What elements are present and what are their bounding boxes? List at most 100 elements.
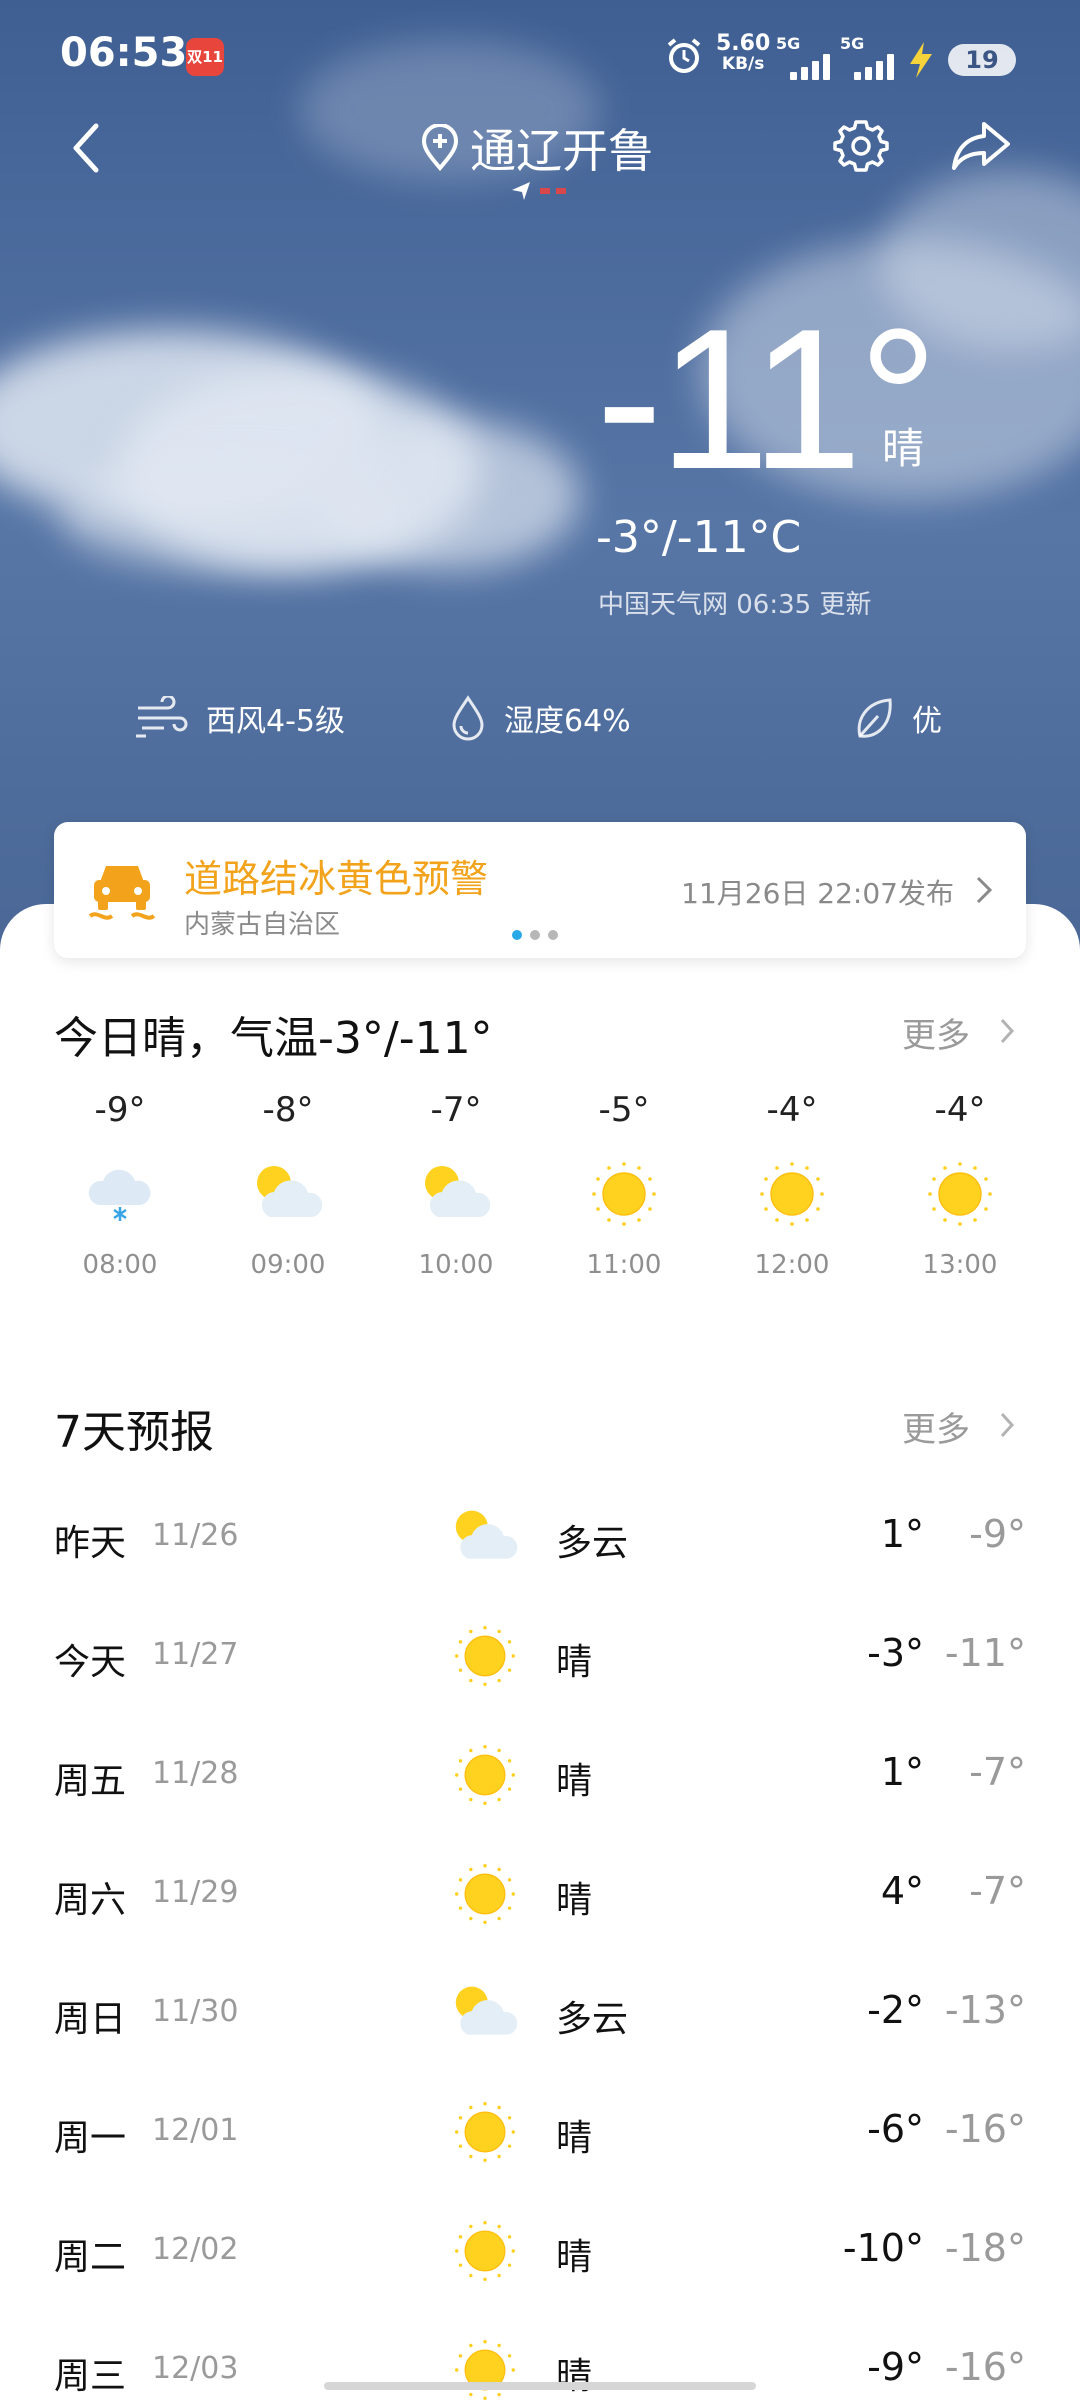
- network-speed: 5.60 KB/s: [716, 31, 771, 75]
- day-condition: 晴: [556, 2118, 593, 2159]
- day-low: -18°: [944, 2226, 1026, 2270]
- air-quality-value: 优: [912, 704, 942, 739]
- day-date: 12/01: [152, 2113, 239, 2148]
- day-date: 11/26: [152, 1518, 239, 1553]
- status-time: 06:53: [60, 30, 188, 76]
- forecast-row[interactable]: 周六 11/29 晴 4° -7°: [0, 1835, 1080, 1953]
- location-pin-icon: [421, 124, 459, 172]
- hour-item: -5° 11:00: [564, 1090, 684, 1280]
- battery-icon: 19: [948, 44, 1016, 76]
- hour-temp: -5°: [598, 1090, 650, 1130]
- location-indicator-icon: [512, 182, 566, 200]
- day-date: 11/28: [152, 1756, 239, 1791]
- hour-time: 11:00: [586, 1250, 662, 1280]
- partly-cloudy-icon: [440, 1478, 530, 1596]
- chevron-right-icon[interactable]: [996, 1406, 1018, 1444]
- day-condition: 多云: [556, 1999, 629, 2040]
- day-name: 周二: [54, 2237, 127, 2278]
- forecast-row[interactable]: 周五 11/28 晴 1° -7°: [0, 1716, 1080, 1834]
- day-condition: 晴: [556, 2237, 593, 2278]
- today-more-link[interactable]: 更多: [902, 1008, 970, 1057]
- hour-item: -7° 10:00: [396, 1090, 516, 1280]
- day-date: 11/30: [152, 1994, 239, 2029]
- hour-temp: -7°: [430, 1090, 482, 1130]
- day-low: -7°: [969, 1750, 1026, 1794]
- hour-item: -9° 08:00: [60, 1090, 180, 1280]
- forecast-row[interactable]: 周二 12/02 晴 -10° -18°: [0, 2192, 1080, 2310]
- day-name: 周六: [54, 1880, 127, 1921]
- back-icon[interactable]: [64, 118, 112, 178]
- humidity-value: 湿度64%: [504, 704, 631, 739]
- sun-icon: [900, 1144, 1020, 1244]
- sun-icon: [440, 1597, 530, 1715]
- current-condition: 晴: [882, 424, 925, 473]
- alarm-icon: [667, 38, 701, 73]
- wind-metric[interactable]: 西风4-5级: [134, 690, 345, 746]
- day-high: 4°: [880, 1869, 924, 1913]
- day-high: -3°: [867, 1631, 924, 1675]
- update-source: 中国天气网 06:35 更新: [598, 590, 872, 620]
- forecast-row[interactable]: 周一 12/01 晴 -6° -16°: [0, 2073, 1080, 2191]
- hour-time: 09:00: [250, 1250, 326, 1280]
- day-high: -2°: [867, 1988, 924, 2032]
- city-selector[interactable]: 通辽开鲁: [420, 118, 654, 178]
- alert-region: 内蒙古自治区: [184, 910, 341, 940]
- humidity-drop-icon: [452, 695, 484, 741]
- day-name: 周三: [54, 2356, 127, 2397]
- day-name: 周五: [54, 1761, 127, 1802]
- home-indicator[interactable]: [324, 2382, 756, 2390]
- day-low: -16°: [944, 2345, 1026, 2389]
- share-icon[interactable]: [950, 118, 1012, 174]
- day-high: 1°: [880, 1512, 924, 1556]
- day-condition: 晴: [556, 2356, 593, 2397]
- today-summary-title: 今日晴，气温-3°/-11°: [54, 1013, 493, 1064]
- sun-icon: [440, 2192, 530, 2310]
- hour-item: -4° 13:00: [900, 1090, 1020, 1280]
- day-low: -13°: [944, 1988, 1026, 2032]
- partly-cloudy-icon: [396, 1144, 516, 1244]
- snow-icon: [60, 1144, 180, 1244]
- forecast-title: 7天预报: [54, 1407, 214, 1458]
- chevron-right-icon[interactable]: [996, 1012, 1018, 1050]
- hour-item: -4° 12:00: [732, 1090, 852, 1280]
- chevron-right-icon: [976, 876, 993, 904]
- day-date: 12/02: [152, 2232, 239, 2267]
- sun-icon: [440, 2073, 530, 2191]
- hour-time: 08:00: [82, 1250, 158, 1280]
- day-date: 11/27: [152, 1637, 239, 1672]
- day-low: -11°: [944, 1631, 1026, 1675]
- status-bar: 06:53 双11 5.60 KB/s 5G 5G 19: [0, 0, 1080, 110]
- sun-icon: [732, 1144, 852, 1244]
- forecast-row[interactable]: 周日 11/30 多云 -2° -13°: [0, 1954, 1080, 2072]
- day-name: 周日: [54, 1999, 127, 2040]
- road-icing-warning-icon: [88, 866, 156, 920]
- day-low: -16°: [944, 2107, 1026, 2151]
- app-notification-icon: 双11: [186, 38, 224, 76]
- wind-icon: [136, 696, 188, 738]
- sun-icon: [440, 1716, 530, 1834]
- forecast-more-link[interactable]: 更多: [902, 1402, 970, 1451]
- day-condition: 晴: [556, 1880, 593, 1921]
- day-high: -9°: [867, 2345, 924, 2389]
- air-quality-metric[interactable]: 优: [852, 690, 942, 746]
- day-high: -6°: [867, 2107, 924, 2151]
- signal-1-icon: 5G: [776, 34, 836, 80]
- signal-2-icon: 5G: [840, 34, 900, 80]
- temperature-range: -3°/-11°C: [596, 512, 802, 563]
- sun-icon: [564, 1144, 684, 1244]
- alert-title: 道路结冰黄色预警: [184, 857, 489, 901]
- day-condition: 晴: [556, 1761, 593, 1802]
- hour-time: 10:00: [418, 1250, 494, 1280]
- day-low: -9°: [969, 1512, 1026, 1556]
- day-high: 1°: [880, 1750, 924, 1794]
- hour-time: 13:00: [922, 1250, 998, 1280]
- alert-page-indicator: [512, 930, 558, 940]
- settings-gear-icon[interactable]: [832, 116, 890, 174]
- forecast-row[interactable]: 今天 11/27 晴 -3° -11°: [0, 1597, 1080, 1715]
- charging-icon: [910, 42, 932, 78]
- forecast-row[interactable]: 昨天 11/26 多云 1° -9°: [0, 1478, 1080, 1596]
- humidity-metric[interactable]: 湿度64%: [448, 690, 631, 746]
- day-condition: 多云: [556, 1523, 629, 1564]
- day-name: 周一: [54, 2118, 127, 2159]
- day-date: 11/29: [152, 1875, 239, 1910]
